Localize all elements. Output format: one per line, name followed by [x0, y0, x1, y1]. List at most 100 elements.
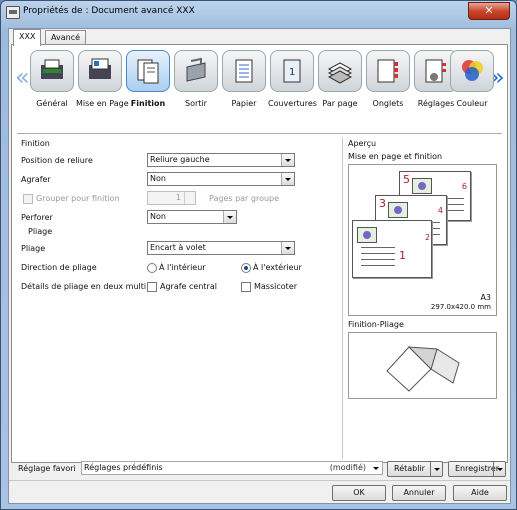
staple-select[interactable]: Non	[147, 172, 295, 186]
save-favorite-button[interactable]: Enregistrer	[448, 461, 506, 477]
cancel-button[interactable]: Annuler	[392, 485, 446, 501]
group-for-finishing-label: Grouper pour finition	[36, 194, 120, 203]
binding-position-label: Position de reliure	[21, 156, 93, 165]
close-button[interactable]: ✕	[468, 2, 510, 20]
window-title: Propriétés de : Document avancé XXX	[23, 6, 195, 16]
fold-select[interactable]: Encart à volet	[147, 241, 295, 255]
preview-group-label: Aperçu	[348, 139, 377, 148]
select-value: Non	[150, 212, 166, 221]
chevron-down-icon	[370, 462, 382, 474]
page-number: 2	[425, 233, 431, 242]
title-bar: Propriétés de : Document avancé XXX ✕	[1, 1, 516, 23]
chevron-down-icon	[281, 154, 294, 166]
punch-label: Perforer	[21, 213, 53, 222]
pages-per-group-spinner[interactable]: 1	[147, 191, 196, 205]
fold-outside-label: À l'extérieur	[253, 263, 302, 272]
select-value: Réglages prédéfinis	[84, 463, 163, 472]
category-tabs[interactable]: Onglets	[364, 50, 412, 108]
per-page-icon	[327, 62, 353, 84]
category-label: Sortir	[185, 99, 207, 108]
flower-image-icon	[412, 178, 432, 194]
button-label: Rétablir	[394, 464, 425, 473]
chevron-down-icon	[281, 173, 294, 185]
select-value: Non	[150, 174, 166, 183]
chevron-down-icon	[281, 242, 294, 254]
dialog-client: XXX Avancé « » Général Mise en Page Fini…	[8, 28, 511, 504]
chevron-down-icon[interactable]	[430, 462, 442, 476]
ok-button[interactable]: OK	[332, 485, 386, 501]
layout-preview: 5 6 3 4 1 2 A3 297.0x420.0 mm	[348, 164, 497, 316]
trim-checkbox[interactable]	[241, 282, 251, 292]
paper-size: A3	[480, 293, 491, 302]
fold-outside-radio[interactable]	[241, 263, 251, 273]
spinner-arrows-icon[interactable]	[184, 192, 195, 204]
folding-group-label: Pliage	[28, 227, 53, 236]
properties-window: Propriétés de : Document avancé XXX ✕ XX…	[0, 0, 517, 510]
fold-label: Pliage	[21, 244, 46, 253]
modified-indicator: (modifié)	[329, 463, 366, 472]
punch-select[interactable]: Non	[147, 210, 237, 224]
printer-icon	[6, 6, 20, 19]
pages-per-group-label: Pages par groupe	[209, 194, 280, 203]
color-icon	[462, 60, 483, 81]
panel-divider	[342, 137, 343, 459]
finishing-group-label: Finition	[21, 139, 50, 148]
page-number: 3	[379, 197, 386, 210]
strip-divider	[17, 133, 502, 134]
paper-icon	[235, 59, 253, 83]
svg-text:1: 1	[289, 67, 295, 78]
category-general[interactable]: Général	[28, 50, 76, 108]
category-color[interactable]: Couleur	[448, 50, 496, 108]
category-label: Couvertures	[268, 99, 317, 108]
select-value: Encart à volet	[150, 243, 206, 252]
chevron-down-icon	[223, 211, 236, 223]
category-label: Finition	[130, 99, 166, 108]
category-label: Onglets	[372, 99, 404, 108]
spinner-value: 1	[175, 193, 181, 202]
fold-direction-label: Direction de pliage	[21, 263, 97, 272]
general-icon	[41, 59, 63, 79]
category-label: Par page	[322, 99, 358, 108]
favorite-setting-select[interactable]: Réglages prédéfinis (modifié)	[81, 461, 383, 475]
category-label: Mise en Page	[76, 99, 129, 108]
layout-icon	[89, 58, 111, 79]
center-staple-checkbox[interactable]	[147, 282, 157, 292]
category-layout[interactable]: Mise en Page	[76, 50, 129, 108]
reset-button[interactable]: Rétablir	[387, 461, 443, 477]
fold-details-label: Détails de pliage en deux multi	[21, 282, 147, 291]
layout-preview-label: Mise en page et finition	[348, 152, 443, 161]
category-strip: « » Général Mise en Page Finition Sortir	[12, 45, 507, 133]
settings-icon	[425, 59, 446, 83]
fold-preview-label: Finition-Pliage	[348, 320, 404, 329]
covers-icon: 1	[283, 59, 301, 83]
staple-label: Agrafer	[21, 175, 51, 184]
category-per-page[interactable]: Par page	[316, 50, 364, 108]
category-label: Général	[36, 99, 68, 108]
finishing-icon	[137, 59, 159, 84]
tabs-icon	[377, 59, 398, 83]
category-paper[interactable]: Papier	[220, 50, 268, 108]
output-icon	[186, 57, 206, 82]
group-for-finishing-checkbox[interactable]	[23, 194, 33, 204]
page-number: 1	[399, 249, 406, 262]
category-finishing[interactable]: Finition	[124, 50, 172, 108]
category-covers[interactable]: 1 Couvertures	[268, 50, 317, 108]
binding-position-select[interactable]: Reliure gauche	[147, 153, 295, 167]
folded-sheet-icon	[386, 346, 460, 392]
flower-image-icon	[388, 202, 408, 218]
category-output[interactable]: Sortir	[172, 50, 220, 108]
paper-dimensions: 297.0x420.0 mm	[430, 303, 491, 311]
page-number: 6	[461, 182, 467, 191]
fold-inside-label: À l'intérieur	[159, 263, 206, 272]
page-number: 5	[403, 173, 410, 186]
help-button[interactable]: Aide	[453, 485, 507, 501]
chevron-down-icon[interactable]	[493, 462, 505, 476]
fold-inside-radio[interactable]	[147, 263, 157, 273]
tab-avance[interactable]: Avancé	[45, 30, 87, 45]
page-number: 4	[437, 206, 443, 215]
preview-page: 1 2	[352, 220, 432, 278]
tab-panel: « » Général Mise en Page Finition Sortir	[11, 44, 508, 463]
favorite-setting-label: Réglage favori	[18, 464, 76, 473]
center-staple-label: Agrafe central	[160, 282, 217, 291]
tab-xxx[interactable]: XXX	[13, 29, 42, 46]
